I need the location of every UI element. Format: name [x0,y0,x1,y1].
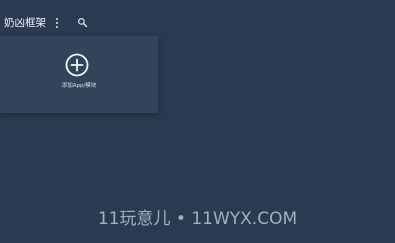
menu-dot [56,22,58,24]
search-icon[interactable] [77,17,88,28]
app-header: 奶凶框架 [0,14,120,32]
add-circle-icon [65,53,89,77]
add-app-module-label: 添加App/模块 [61,83,97,89]
add-app-module-card[interactable]: 添加App/模块 [0,36,158,113]
watermark-text: 11玩意儿 • 11WYX.COM [97,209,298,229]
app-title: 奶凶框架 [4,17,46,29]
more-vert-icon[interactable] [55,18,59,29]
menu-dot [56,26,58,28]
menu-dot [56,18,58,20]
